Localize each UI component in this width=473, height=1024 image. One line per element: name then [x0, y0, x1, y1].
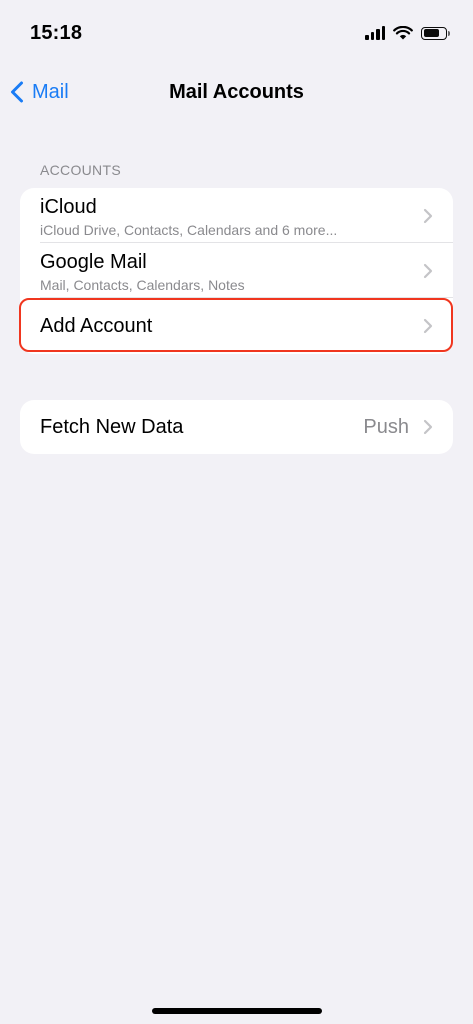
chevron-right-icon — [423, 318, 433, 334]
chevron-left-icon — [11, 81, 23, 103]
section-header-accounts: ACCOUNTS — [40, 162, 121, 178]
chevron-right-icon — [423, 208, 433, 223]
cellular-signal-icon — [365, 26, 385, 40]
fetch-new-data-row[interactable]: Fetch New Data Push — [20, 400, 453, 454]
account-row-icloud[interactable]: iCloud iCloud Drive, Contacts, Calendars… — [20, 188, 453, 243]
chevron-right-icon — [423, 419, 433, 435]
account-title: iCloud — [40, 196, 97, 218]
fetch-group: Fetch New Data Push — [20, 400, 453, 454]
accounts-group: iCloud iCloud Drive, Contacts, Calendars… — [20, 188, 453, 354]
status-icons — [365, 26, 450, 40]
account-title: Google Mail — [40, 251, 147, 273]
back-button-label: Mail — [32, 80, 69, 103]
status-time: 15:18 — [30, 22, 83, 44]
account-subtitle: Mail, Contacts, Calendars, Notes — [40, 277, 245, 293]
battery-icon — [421, 26, 450, 40]
add-account-button[interactable]: Add Account — [20, 298, 453, 354]
status-bar: 15:18 — [0, 0, 473, 64]
fetch-new-data-label: Fetch New Data — [40, 416, 184, 438]
back-button[interactable]: Mail — [10, 70, 69, 114]
page-title: Mail Accounts — [169, 81, 304, 103]
account-row-google-mail[interactable]: Google Mail Mail, Contacts, Calendars, N… — [20, 243, 453, 298]
navigation-bar: Mail Accounts Mail — [0, 70, 473, 114]
add-account-label: Add Account — [40, 315, 153, 337]
account-subtitle: iCloud Drive, Contacts, Calendars and 6 … — [40, 222, 338, 238]
fetch-new-data-value: Push — [363, 416, 409, 438]
home-indicator[interactable] — [152, 1008, 322, 1014]
chevron-right-icon — [423, 263, 433, 278]
wifi-icon — [393, 26, 413, 40]
